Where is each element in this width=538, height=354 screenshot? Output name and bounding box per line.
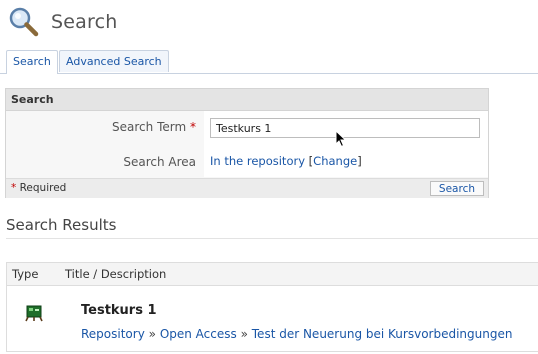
search-area-link[interactable]: In the repository	[210, 154, 305, 168]
results-divider	[6, 238, 538, 239]
search-form: Search Search Term * Testkurs 1 Search A…	[5, 88, 489, 198]
page-header: Search	[8, 4, 117, 40]
magnifier-icon	[8, 6, 40, 38]
tab-search[interactable]: Search	[6, 50, 58, 74]
required-marker: *	[190, 120, 196, 134]
search-area-row: Search Area In the repository [Change]	[6, 145, 488, 177]
search-term-row: Search Term * Testkurs 1	[6, 111, 488, 145]
breadcrumb-open-access[interactable]: Open Access	[160, 327, 237, 341]
course-icon	[25, 304, 43, 322]
results-table: Type Title / Description Testkurs 1 Repo…	[6, 262, 538, 352]
change-bracket-close: ]	[357, 154, 362, 168]
search-term-label-text: Search Term	[112, 120, 187, 134]
search-area-cell: In the repository [Change]	[204, 145, 488, 177]
results-table-header: Type Title / Description	[7, 263, 538, 286]
tab-advanced-search[interactable]: Advanced Search	[59, 50, 169, 72]
search-form-footer: * Required Search	[6, 178, 488, 198]
results-title: Search Results	[6, 216, 117, 234]
result-breadcrumb: Repository » Open Access » Test der Neue…	[81, 327, 512, 341]
tab-bar: Search Advanced Search	[0, 50, 538, 74]
column-title-description: Title / Description	[65, 267, 167, 281]
table-row: Testkurs 1 Repository » Open Access » Te…	[7, 286, 538, 354]
required-note-text: Required	[19, 182, 67, 194]
column-type: Type	[12, 267, 39, 281]
required-note: * Required	[11, 182, 66, 194]
change-link[interactable]: Change	[313, 154, 357, 168]
breadcrumb-repository[interactable]: Repository	[81, 327, 145, 341]
breadcrumb-separator: »	[148, 327, 156, 341]
page-title: Search	[51, 11, 118, 33]
required-note-marker: *	[11, 182, 17, 194]
breadcrumb-course-category[interactable]: Test der Neuerung bei Kursvorbedingungen	[252, 327, 513, 341]
search-term-label: Search Term *	[112, 120, 196, 134]
search-button[interactable]: Search	[429, 181, 484, 196]
search-form-title: Search	[6, 89, 488, 111]
search-area-label: Search Area	[123, 155, 196, 169]
mouse-cursor-icon	[335, 129, 347, 148]
search-area-value: In the repository [Change]	[210, 154, 362, 168]
breadcrumb-separator: »	[240, 327, 248, 341]
result-title-link[interactable]: Testkurs 1	[81, 303, 157, 318]
